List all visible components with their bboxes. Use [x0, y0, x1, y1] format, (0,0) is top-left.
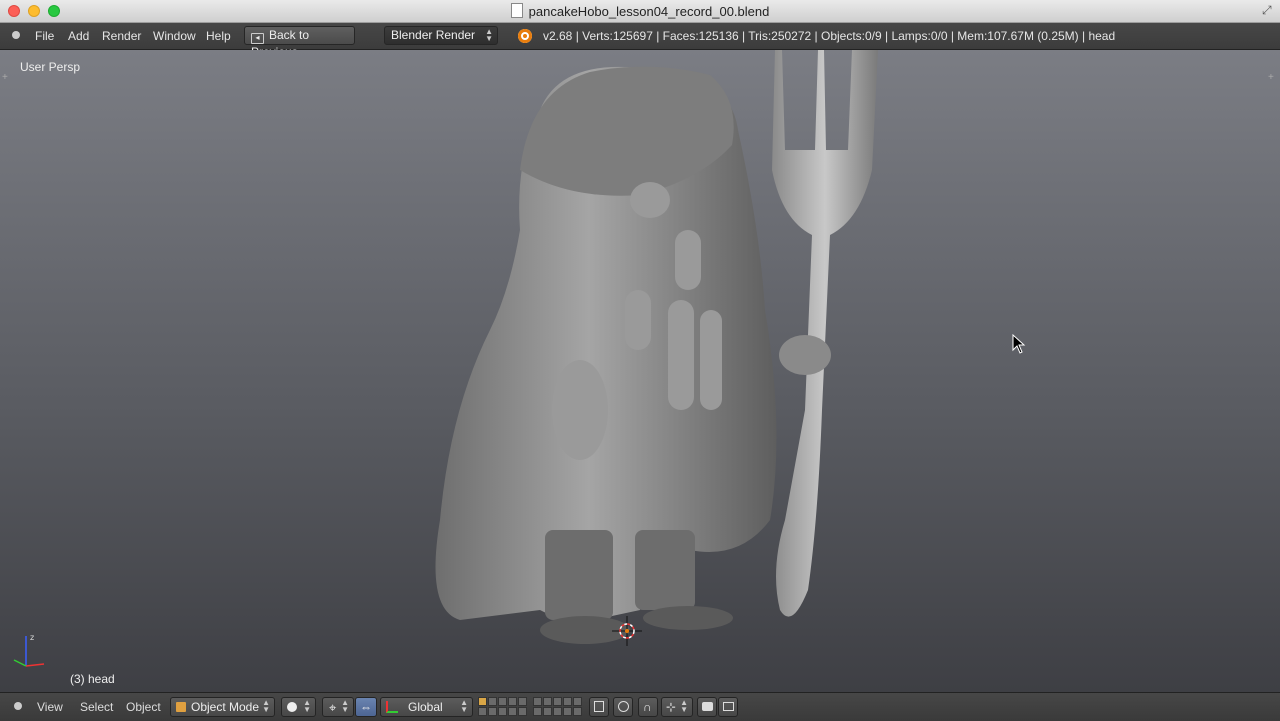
- camera-icon: [702, 702, 713, 711]
- area-split-right-icon[interactable]: +: [1268, 73, 1278, 83]
- window-titlebar: pancakeHobo_lesson04_record_00.blend ⤢: [0, 0, 1280, 23]
- document-icon: [510, 3, 523, 18]
- updown-arrows-icon: ▲ ▼: [680, 698, 688, 714]
- blender-logo-icon: [518, 29, 532, 43]
- 3d-cursor-icon[interactable]: [612, 616, 642, 646]
- menu-select[interactable]: Select: [80, 700, 113, 714]
- orientation-gizmo-icon: [386, 701, 398, 713]
- menu-add[interactable]: Add: [68, 29, 89, 43]
- mouse-pointer-icon: [1012, 334, 1026, 354]
- proportional-edit-icon: [618, 701, 629, 712]
- fullscreen-icon[interactable]: ⤢: [1262, 4, 1274, 16]
- back-to-previous-button[interactable]: ◂Back to Previous: [244, 26, 355, 59]
- updown-arrows-icon: ▲ ▼: [262, 698, 270, 714]
- scene-layers-group-1[interactable]: [478, 697, 527, 716]
- snap-toggle-button[interactable]: ∩: [638, 697, 658, 717]
- solid-shading-icon: [287, 702, 297, 712]
- render-engine-dropdown[interactable]: Blender Render ▲ ▼: [384, 26, 498, 45]
- updown-arrows-icon: ▲ ▼: [485, 27, 493, 43]
- mode-label: Object Mode: [191, 700, 260, 714]
- render-opengl-image-button[interactable]: [697, 697, 717, 717]
- lock-layers-button[interactable]: [589, 697, 609, 717]
- 3d-view-header: View Select Object Object Mode ▲ ▼ ▲ ▼ ⌖ ▲…: [0, 692, 1280, 721]
- pivot-icon: ⌖: [329, 700, 337, 715]
- scene-layers-group-2[interactable]: [533, 697, 582, 716]
- info-header: File Add Render Window Help ◂Back to Pre…: [0, 23, 1280, 59]
- snap-element-icon: ⊹: [666, 700, 677, 714]
- window-title-wrap: pancakeHobo_lesson04_record_00.blend: [0, 3, 1280, 19]
- window-title: pancakeHobo_lesson04_record_00.blend: [528, 4, 770, 19]
- menu-file[interactable]: File: [35, 29, 54, 43]
- menu-render[interactable]: Render: [102, 29, 141, 43]
- pancake-hobo-model[interactable]: [420, 50, 900, 660]
- orientation-label: Global: [408, 700, 443, 714]
- render-engine-label: Blender Render: [391, 28, 476, 42]
- manipulator-toggle[interactable]: ⇔: [355, 697, 377, 717]
- proportional-edit-button[interactable]: [613, 697, 633, 717]
- scene-stats: v2.68 | Verts:125697 | Faces:125136 | Tr…: [543, 29, 1116, 43]
- hand-shape: [779, 335, 831, 375]
- render-opengl-animation-button[interactable]: [718, 697, 738, 717]
- updown-arrows-icon: ▲ ▼: [460, 698, 468, 714]
- active-object-label: (3) head: [70, 672, 115, 686]
- editor-type-icon[interactable]: [12, 31, 20, 39]
- svg-text:z: z: [30, 633, 34, 642]
- 3d-viewport[interactable]: User Persp + + z (3) head: [0, 50, 1280, 692]
- axis-gizmo-icon: z: [13, 633, 45, 667]
- object-mode-cube-icon: [176, 702, 186, 712]
- pivot-point-dropdown[interactable]: ⌖ ▲ ▼: [322, 697, 354, 717]
- magnet-icon: ∩: [643, 700, 652, 714]
- snap-element-dropdown[interactable]: ⊹ ▲ ▼: [661, 697, 693, 717]
- layers-lock-icon: [594, 701, 604, 712]
- viewport-shading-dropdown[interactable]: ▲ ▼: [281, 697, 316, 717]
- updown-arrows-icon: ▲ ▼: [303, 698, 311, 714]
- clapperboard-icon: [723, 702, 734, 711]
- menu-view[interactable]: View: [37, 700, 63, 714]
- editor-type-icon-bottom[interactable]: [14, 702, 22, 710]
- view-name-label: User Persp: [20, 60, 81, 74]
- back-arrow-icon: ◂: [251, 33, 264, 44]
- menu-object[interactable]: Object: [126, 700, 161, 714]
- updown-arrows-icon: ▲ ▼: [341, 698, 349, 714]
- manipulator-icon: ⇔: [360, 700, 372, 714]
- mode-dropdown[interactable]: Object Mode ▲ ▼: [170, 697, 275, 717]
- transform-orientation-dropdown[interactable]: Global ▲ ▼: [380, 697, 473, 717]
- menu-window[interactable]: Window: [153, 29, 196, 43]
- menu-help[interactable]: Help: [206, 29, 231, 43]
- fork-prop: [772, 50, 878, 617]
- area-split-left-icon[interactable]: +: [2, 73, 12, 83]
